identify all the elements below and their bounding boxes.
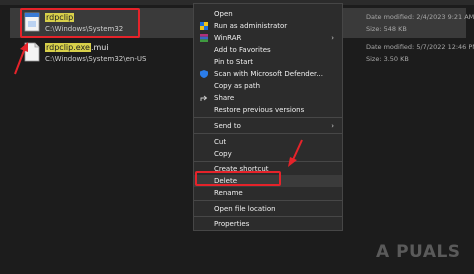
menu-item-restore-previous-versions[interactable]: Restore previous versions (194, 104, 342, 116)
menu-divider (194, 133, 342, 134)
chevron-right-icon: › (331, 122, 334, 130)
highlight-box-delete (195, 171, 281, 186)
file-size: Size: 548 KB (366, 25, 407, 33)
menu-item-cut[interactable]: Cut (194, 136, 342, 148)
annotation-arrow-delete (288, 139, 303, 167)
menu-item-winrar[interactable]: WinRAR › (194, 32, 342, 44)
shield-icon (200, 22, 208, 30)
context-menu: Open Run as administrator WinRAR › Add t… (193, 3, 343, 231)
watermark-logo: A PUALS (376, 242, 461, 262)
menu-item-add-to-favorites[interactable]: Add to Favorites (194, 44, 342, 56)
defender-shield-icon (200, 70, 208, 78)
menu-divider (194, 216, 342, 217)
winrar-icon (200, 34, 208, 42)
menu-item-copy-as-path[interactable]: Copy as path (194, 80, 342, 92)
file-size: Size: 3.50 KB (366, 55, 409, 63)
highlight-box-file (20, 8, 140, 38)
chevron-right-icon: › (331, 34, 334, 42)
file-name: rdpclip.exe.mui (45, 43, 109, 52)
menu-divider (194, 200, 342, 201)
file-date-modified: Date modified: 5/7/2022 12:46 PM (366, 43, 474, 51)
menu-item-run-as-administrator[interactable]: Run as administrator (194, 20, 342, 32)
menu-item-open-file-location[interactable]: Open file location (194, 203, 342, 215)
menu-item-pin-to-start[interactable]: Pin to Start (194, 56, 342, 68)
menu-divider (194, 161, 342, 162)
menu-item-properties[interactable]: Properties (194, 218, 342, 230)
annotation-arrow-file (14, 42, 28, 75)
menu-item-send-to[interactable]: Send to › (194, 120, 342, 132)
share-icon (200, 95, 208, 101)
menu-item-scan-defender[interactable]: Scan with Microsoft Defender... (194, 68, 342, 80)
menu-item-copy[interactable]: Copy (194, 148, 342, 160)
menu-divider (194, 117, 342, 118)
menu-item-share[interactable]: Share (194, 92, 342, 104)
file-path: C:\Windows\System32\en-US (45, 55, 147, 63)
menu-item-rename[interactable]: Rename (194, 187, 342, 199)
menu-item-open[interactable]: Open (194, 8, 342, 20)
file-date-modified: Date modified: 2/4/2023 9:21 AM (366, 13, 474, 21)
